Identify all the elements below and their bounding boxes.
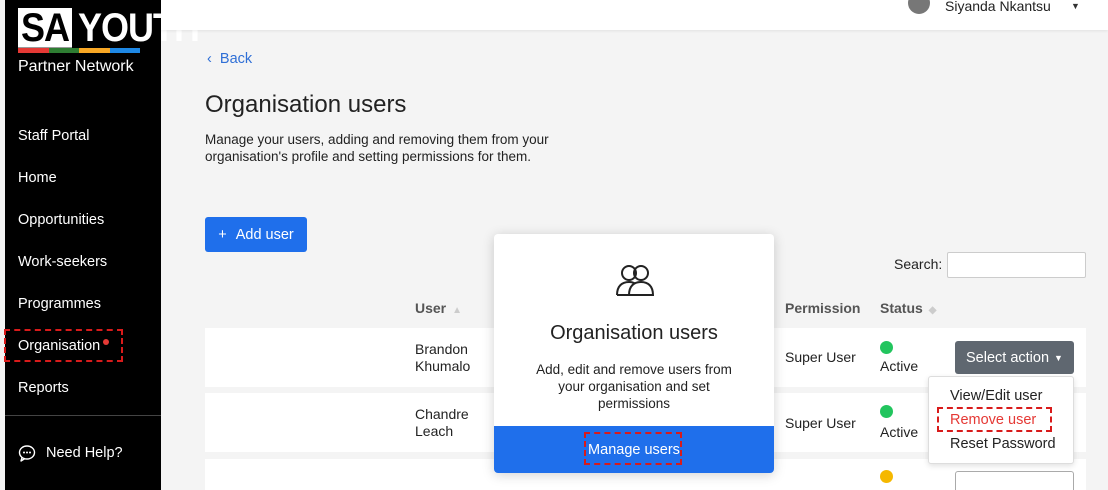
sidebar-divider [5, 415, 161, 416]
sidebar-item-staff-portal[interactable]: Staff Portal [18, 128, 89, 144]
sort-icon: ◆ [928, 305, 937, 316]
caret-down-icon: ▼ [1054, 352, 1063, 363]
sidebar-item-work-seekers[interactable]: Work-seekers [18, 254, 107, 270]
search-input[interactable] [947, 252, 1086, 278]
sidebar-item-programmes[interactable]: Programmes [18, 296, 101, 312]
user-last-name: Leach [415, 423, 454, 439]
chevron-left-icon: ‹ [207, 51, 212, 67]
sort-icon: ▲ [452, 305, 463, 316]
add-user-label: Add user [235, 226, 294, 243]
plus-icon: + [218, 226, 227, 243]
user-last-name: Khumalo [415, 358, 471, 374]
status-dot-active [880, 405, 893, 418]
user-name-cell: Chandre Leach [415, 406, 469, 440]
column-header-status-label: Status [880, 300, 923, 316]
status-cell: Active [880, 424, 919, 440]
sidebar: SA YOUTH Partner Network Staff Portal Ho… [5, 0, 200, 490]
user-name-cell: Brandon Khumalo [415, 341, 470, 375]
back-link[interactable]: ‹ Back [207, 51, 252, 67]
highlight-manage-users [584, 432, 682, 465]
column-header-status[interactable]: Status ◆ [880, 300, 937, 316]
chevron-down-icon[interactable]: ▼ [1071, 1, 1080, 11]
permission-cell: Super User [785, 415, 856, 431]
status-dot-active [880, 341, 893, 354]
select-action-button[interactable] [955, 471, 1074, 490]
permission-cell: Super User [785, 349, 856, 365]
user-name[interactable]: Siyanda Nkantsu [945, 0, 1051, 14]
status-cell: Active [880, 358, 919, 374]
chat-bubble-icon [18, 445, 36, 462]
column-header-user-label: User [415, 300, 447, 316]
need-help-label: Need Help? [46, 445, 123, 461]
logo-subtitle: Partner Network [18, 58, 134, 75]
user-first-name: Chandre [415, 406, 469, 422]
page-description: Manage your users, adding and removing t… [205, 132, 549, 164]
sidebar-item-opportunities[interactable]: Opportunities [18, 212, 104, 228]
sidebar-item-home[interactable]: Home [18, 170, 57, 186]
column-header-user[interactable]: User ▲ [415, 300, 462, 316]
avatar[interactable] [908, 0, 930, 14]
top-bar: Siyanda Nkantsu ▼ [161, 0, 1108, 30]
page-title: Organisation users [205, 91, 407, 118]
highlight-organisation [4, 329, 123, 362]
sidebar-item-reports[interactable]: Reports [18, 380, 69, 396]
select-action-button[interactable]: Select action ▼ [955, 341, 1074, 374]
back-label: Back [219, 51, 253, 67]
status-dot-pending [880, 470, 893, 483]
users-icon [616, 265, 655, 296]
column-header-permission[interactable]: Permission [785, 300, 860, 316]
highlight-remove-user [937, 407, 1052, 432]
card-title: Organisation users [550, 322, 718, 344]
menu-item-view-edit-user[interactable]: View/Edit user [950, 388, 1042, 404]
menu-item-reset-password[interactable]: Reset Password [950, 436, 1056, 452]
add-user-button[interactable]: + Add user [205, 217, 307, 252]
card-description: Add, edit and remove users from your org… [536, 362, 732, 411]
user-first-name: Brandon [415, 341, 468, 357]
select-action-label: Select action [966, 349, 1050, 366]
search-label: Search: [894, 256, 943, 272]
need-help-link[interactable]: Need Help? [18, 444, 123, 462]
logo-sa: SA [18, 7, 73, 48]
